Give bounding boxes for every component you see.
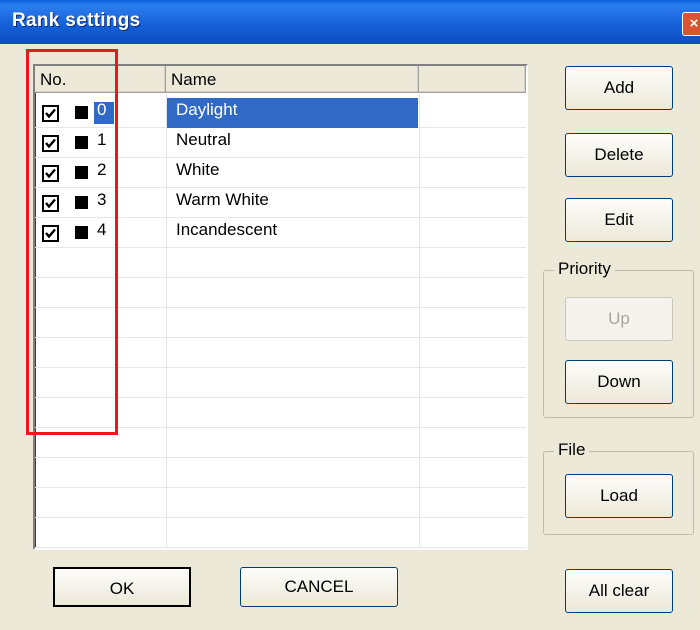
- table-row[interactable]: [35, 458, 526, 488]
- add-button[interactable]: Add: [565, 66, 673, 110]
- close-icon[interactable]: ×: [682, 12, 700, 36]
- edit-button[interactable]: Edit: [565, 198, 673, 242]
- row-name: Warm White: [176, 190, 269, 209]
- table-row[interactable]: [35, 488, 526, 518]
- row-name: Daylight: [176, 100, 238, 119]
- file-group-label: File: [554, 440, 590, 460]
- priority-down-button[interactable]: Down: [565, 360, 673, 404]
- column-header-name[interactable]: Name: [166, 66, 419, 93]
- ok-button[interactable]: OK: [53, 567, 191, 607]
- row-name: Incandescent: [176, 220, 278, 239]
- priority-group-label: Priority: [554, 259, 615, 279]
- priority-up-button[interactable]: Up: [565, 297, 673, 341]
- window-title: Rank settings: [12, 10, 141, 31]
- load-button[interactable]: Load: [565, 474, 673, 518]
- all-clear-button[interactable]: All clear: [565, 569, 673, 613]
- title-bar[interactable]: Rank settings ×: [0, 0, 700, 44]
- column-header-empty[interactable]: [419, 66, 526, 93]
- rank-settings-dialog: Rank settings × No. Name 0 Daylight 1 Neutr…: [0, 0, 700, 630]
- row-name: Neutral: [176, 130, 231, 149]
- annotation-highlight-box: [26, 49, 118, 435]
- cancel-button[interactable]: CANCEL: [240, 567, 398, 607]
- row-name: White: [176, 160, 220, 179]
- delete-button[interactable]: Delete: [565, 133, 673, 177]
- table-row[interactable]: [35, 518, 526, 548]
